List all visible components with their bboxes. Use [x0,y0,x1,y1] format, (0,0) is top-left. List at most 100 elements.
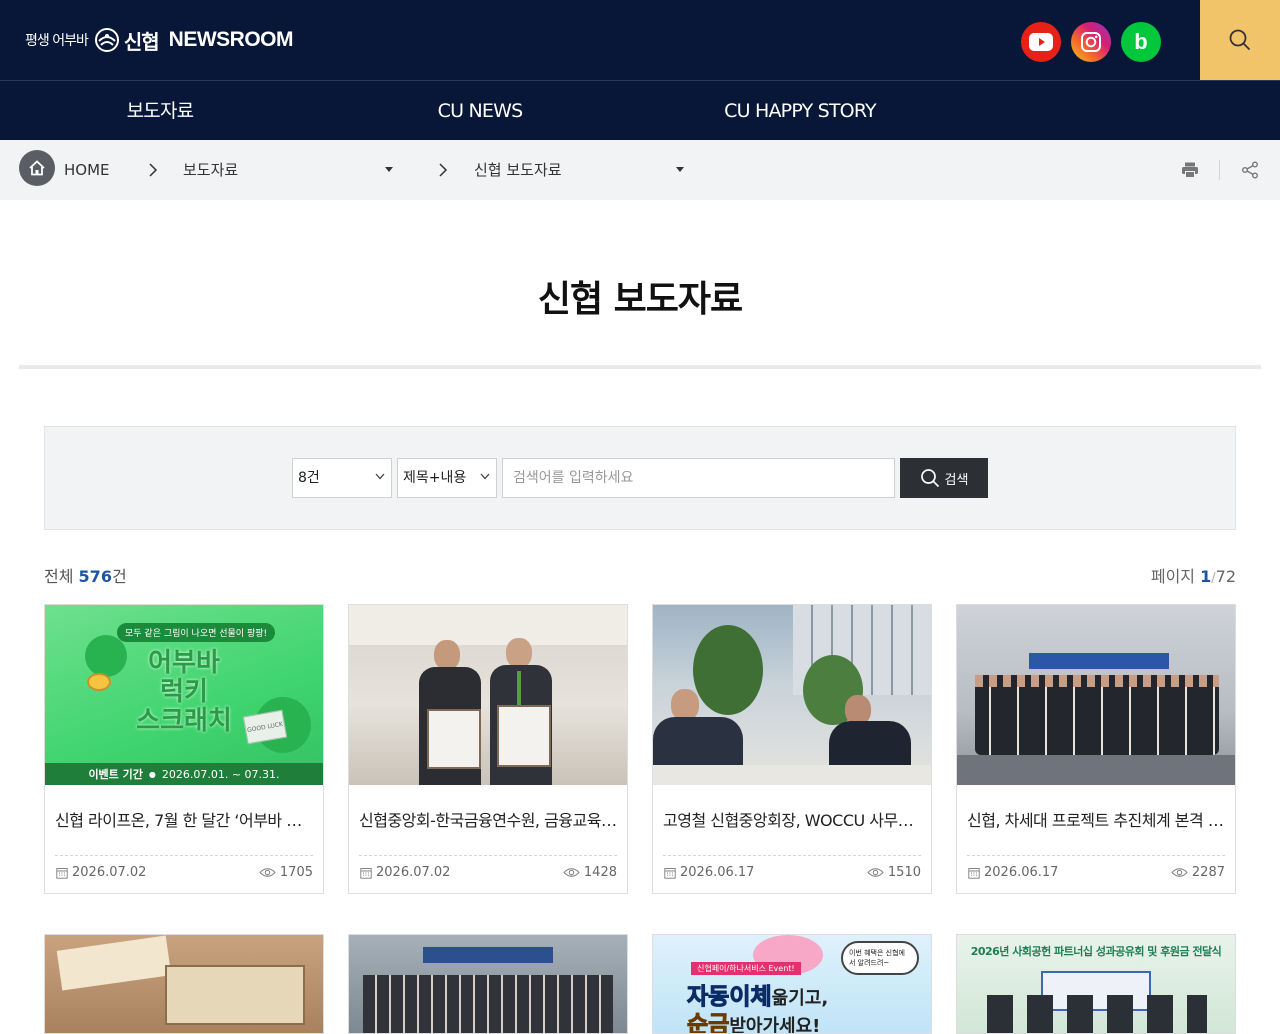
card-views: 1705 [259,865,313,880]
nav-item-press[interactable]: 보도자료 [40,81,280,141]
news-card[interactable]: 신협, 차세대 프로젝트 추진체계 본격 가동 2026.06.17 2287 [956,604,1236,894]
card-title[interactable]: 신협, 차세대 프로젝트 추진체계 본격 가동 [967,807,1225,831]
search-icon [1229,29,1251,51]
total-suffix: 건 [111,567,127,586]
eye-icon [259,868,276,877]
card-date-text: 2026.06.17 [680,865,755,880]
card-views-text: 1705 [279,865,313,880]
plant-shape [693,625,763,715]
thumb-event: 신협페이/하나서비스 Event! [691,962,801,975]
breadcrumb-level2[interactable]: 신협 보도자료 [474,140,562,200]
crowd-shape [363,975,613,1033]
card-date: 2026.06.17 [968,865,1058,880]
calendar-icon [968,867,980,879]
news-card[interactable]: 모두 같은 그림이 나오면 선물이 팡팡! 어부바 럭키 스크래치 GOOD L… [44,604,324,894]
total-prefix: 전체 [44,567,74,586]
thumb-paper [56,935,172,991]
thumb-bubble: 이번 혜택은 신협에서 알려드려~ [841,941,919,975]
cu-emblem-icon [94,28,119,52]
card-title[interactable]: 신협 라이프온, 7월 한 달간 ‘어부바 럭키 스크래치’ 이벤트 [55,807,313,831]
card-date: 2026.07.02 [360,865,450,880]
scope-select-value: 제목+내용 [403,470,467,486]
card-date: 2026.07.02 [56,865,146,880]
home-icon [29,160,45,176]
page-title: 신협 보도자료 [537,279,743,320]
nav-item-cu-news[interactable]: CU NEWS [360,81,600,141]
blog-icon[interactable]: b [1121,22,1161,62]
current-page: 1 [1200,567,1212,586]
person-head [434,640,460,670]
certificate-shape [427,709,481,769]
logo-brand: 신협 [123,29,160,54]
people-shape [987,995,1207,1033]
card-views: 2287 [1171,865,1225,880]
card-thumbnail [349,605,627,785]
home-button[interactable] [19,150,55,186]
card-views-text: 2287 [1191,865,1225,880]
news-card[interactable] [44,934,324,1034]
card-date-text: 2026.06.17 [984,865,1059,880]
news-card[interactable]: 2026년 사회공헌 파트너십 성과공유회 및 후원금 전달식 [956,934,1236,1034]
card-divider [967,855,1225,856]
thumb-headline: 2026년 사회공헌 파트너십 성과공유회 및 후원금 전달식 [970,945,1222,958]
floor-shape [957,755,1235,785]
total-count: 전체 576건 [44,563,127,587]
calendar-icon [664,867,676,879]
card-date-text: 2026.07.02 [376,865,451,880]
crowd-shape [975,675,1219,755]
eye-icon [563,868,580,877]
search-submit-button[interactable]: 검색 [900,458,988,498]
news-card[interactable] [348,934,628,1034]
share-icon[interactable] [1241,161,1259,179]
card-divider [55,855,313,856]
eye-icon [1171,868,1188,877]
thumb-period-bar: 이벤트 기간 ● 2026.07.01. ~ 07.31. [45,763,323,785]
search-icon [920,469,939,488]
card-views-text: 1510 [887,865,921,880]
search-button-label: 검색 [944,471,969,487]
card-date-text: 2026.07.02 [72,865,147,880]
nav-item-cu-happy-story[interactable]: CU HAPPY STORY [680,81,920,141]
thumb-period-label: 이벤트 기간 [88,768,143,781]
thumb-banner [1029,653,1169,669]
card-views: 1428 [563,865,617,880]
news-card[interactable]: 고영철 신협중앙회장, WOCCU 사무총장 면담 2026.06.17 151… [652,604,932,894]
thumb-model [165,965,305,1025]
news-card[interactable]: 신협중앙회-한국금융연수원, 금융교육 업무협약 체결 2026.07.02 1… [348,604,628,894]
thumb-period: 2026.07.01. ~ 07.31. [161,767,280,781]
card-divider [359,855,617,856]
card-title[interactable]: 고영철 신협중앙회장, WOCCU 사무총장 면담 [663,807,921,831]
search-input[interactable] [502,458,895,498]
thumb-banner [423,947,553,963]
thumb-headline-2: 순금받아가세요! [686,1005,821,1034]
instagram-icon[interactable] [1071,22,1111,62]
site-logo[interactable]: 평생 어부바 신협 NEWSROOM [25,24,294,56]
card-date: 2026.06.17 [664,865,754,880]
thumb-wall [349,605,627,645]
certificate-shape [497,705,551,767]
thumb-badge: 모두 같은 그림이 나오면 선물이 팡팡! [117,623,276,642]
caret-down-icon[interactable] [385,167,393,172]
page-prefix: 페이지 [1150,567,1196,586]
breadcrumb-level1[interactable]: 보도자료 [183,140,238,200]
total-number: 576 [78,567,112,586]
crowd-heads [975,675,1219,687]
chevron-down-icon [480,473,490,480]
card-divider [663,855,921,856]
print-icon[interactable] [1181,161,1199,179]
card-title[interactable]: 신협중앙회-한국금융연수원, 금융교육 업무협약 체결 [359,807,617,831]
thumb-small2: 받아가세요! [729,1016,821,1034]
logo-slogan: 평생 어부바 [25,33,89,49]
calendar-icon [56,867,68,879]
youtube-icon[interactable] [1021,22,1061,62]
card-thumbnail [653,605,931,785]
total-pages: 72 [1215,567,1236,586]
news-card[interactable]: 이번 혜택은 신협에서 알려드려~ 신협페이/하나서비스 Event! 자동이체… [652,934,932,1034]
caret-down-icon[interactable] [676,167,684,172]
count-select[interactable]: 8건 [292,458,392,498]
breadcrumb-home[interactable]: HOME [64,140,110,200]
header-search-button[interactable] [1200,0,1280,80]
scope-select[interactable]: 제목+내용 [397,458,497,498]
card-views-text: 1428 [583,865,617,880]
title-underline [19,365,1261,369]
